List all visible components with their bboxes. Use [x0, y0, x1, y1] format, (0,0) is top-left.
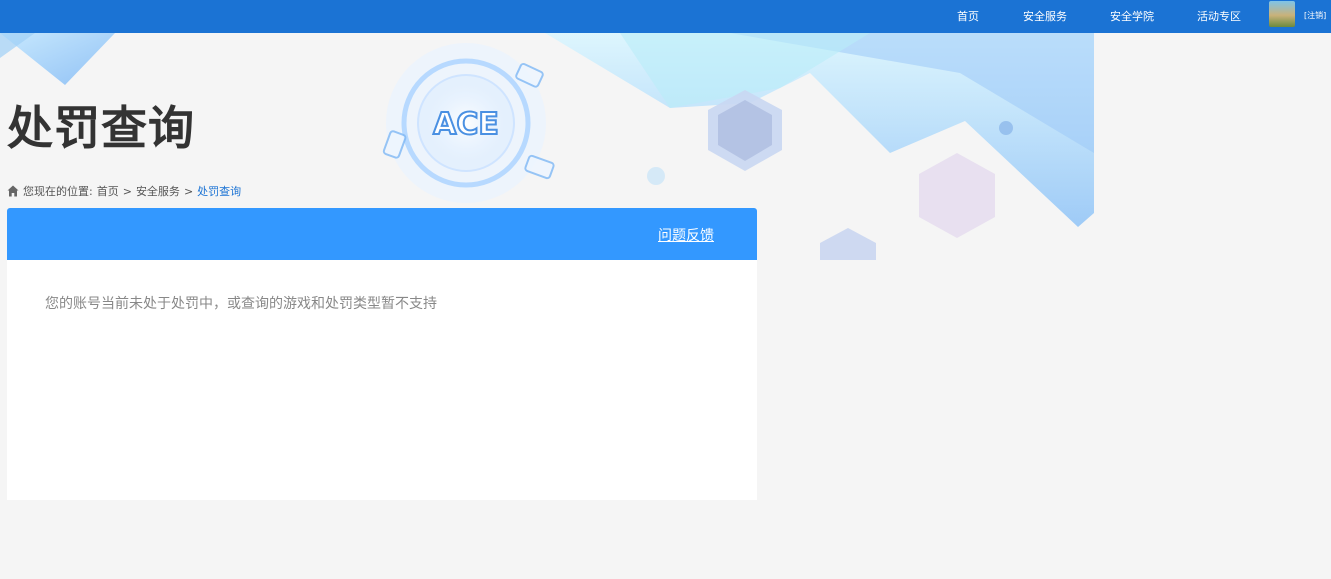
result-panel-header: 问题反馈	[7, 208, 757, 260]
home-icon	[7, 185, 19, 197]
breadcrumb-item-home[interactable]: 首页	[97, 183, 119, 199]
top-nav-bar: 首页 安全服务 安全学院 活动专区 [注销]	[0, 0, 1331, 33]
ace-logo-text: ACE	[433, 107, 499, 142]
feedback-link[interactable]: 问题反馈	[658, 225, 714, 245]
logout-link[interactable]: [注销]	[1304, 10, 1326, 21]
nav-link-activity-zone[interactable]: 活动专区	[1197, 8, 1241, 24]
result-message: 您的账号当前未处于处罚中，或查询的游戏和处罚类型暂不支持	[45, 296, 437, 312]
nav-link-security-academy[interactable]: 安全学院	[1110, 8, 1154, 24]
breadcrumb-separator: >	[122, 184, 132, 198]
breadcrumb: 您现在的位置: 首页 > 安全服务 > 处罚查询	[7, 183, 241, 199]
user-avatar[interactable]	[1269, 1, 1295, 27]
breadcrumb-separator: >	[183, 184, 194, 198]
breadcrumb-prefix: 您现在的位置:	[23, 185, 93, 198]
breadcrumb-item-security-service[interactable]: 安全服务	[136, 183, 180, 199]
nav-link-home[interactable]: 首页	[957, 8, 979, 24]
nav-link-security-service[interactable]: 安全服务	[1023, 8, 1067, 24]
page-title: 处罚查询	[7, 101, 195, 155]
breadcrumb-item-current: 处罚查询	[197, 185, 242, 198]
result-panel-body: 您的账号当前未处于处罚中，或查询的游戏和处罚类型暂不支持	[7, 260, 757, 500]
